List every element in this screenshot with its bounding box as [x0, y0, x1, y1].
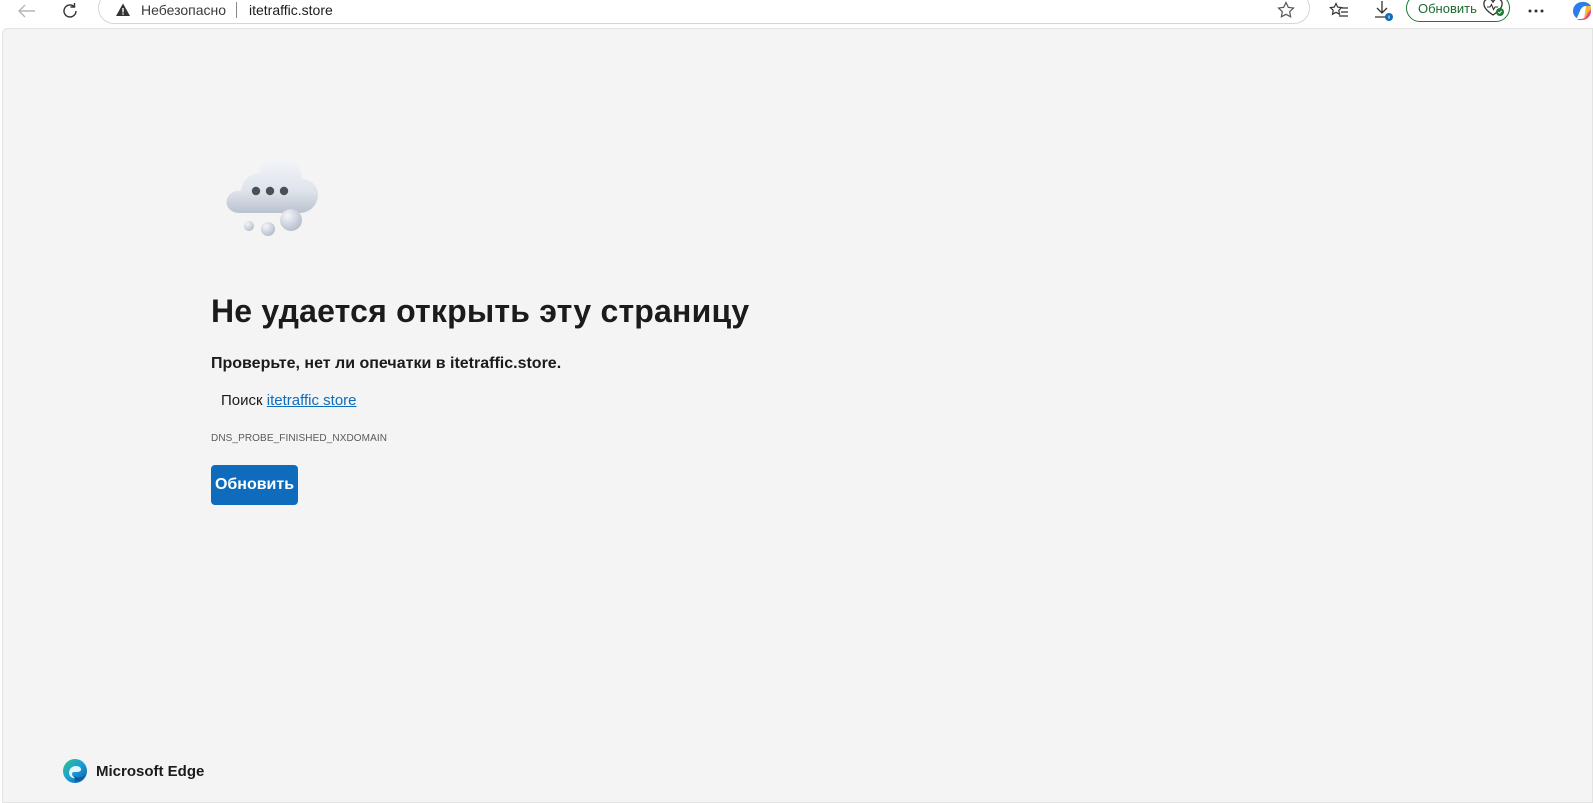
back-button[interactable]	[14, 0, 40, 22]
back-icon	[18, 4, 35, 18]
refresh-button[interactable]: Обновить	[211, 465, 298, 505]
search-link[interactable]: itetraffic store	[267, 392, 357, 409]
error-check-message: Проверьте, нет ли опечатки в itetraffic.…	[211, 355, 562, 372]
browser-toolbar: Небезопасно itetraffic.store Обновить	[0, 0, 1593, 28]
address-separator	[236, 2, 237, 18]
address-bar[interactable]: Небезопасно itetraffic.store	[98, 0, 1310, 24]
more-icon	[1528, 9, 1544, 13]
warning-icon[interactable]	[115, 2, 131, 18]
favorites-button[interactable]	[1327, 0, 1351, 22]
security-status-label[interactable]: Небезопасно	[141, 2, 226, 18]
thinking-cloud-icon	[226, 157, 318, 236]
error-page	[2, 28, 1593, 803]
browser-update-label: Обновить	[1418, 1, 1477, 16]
reload-button[interactable]	[56, 0, 84, 22]
refresh-icon	[63, 3, 77, 18]
brand-name: Microsoft Edge	[96, 762, 205, 780]
download-icon	[1375, 1, 1393, 21]
copilot-icon	[1573, 1, 1592, 21]
browser-update-button[interactable]: Обновить	[1406, 0, 1510, 22]
error-title: Не удается открыть эту страницу	[211, 293, 750, 329]
copilot-button[interactable]	[1571, 0, 1593, 22]
error-code: DNS_PROBE_FINISHED_NXDOMAIN	[211, 433, 388, 444]
heart-health-icon	[1483, 0, 1504, 16]
url-text[interactable]: itetraffic.store	[249, 2, 333, 18]
edge-logo-icon	[63, 759, 87, 783]
star-icon[interactable]	[1277, 1, 1295, 19]
more-options-button[interactable]	[1522, 0, 1550, 22]
downloads-button[interactable]	[1372, 0, 1396, 22]
favorites-icon	[1329, 2, 1348, 17]
search-suggestion: Поиск itetraffic store	[221, 391, 357, 411]
edge-branding: Microsoft Edge	[62, 758, 204, 784]
search-prefix: Поиск	[221, 392, 263, 409]
